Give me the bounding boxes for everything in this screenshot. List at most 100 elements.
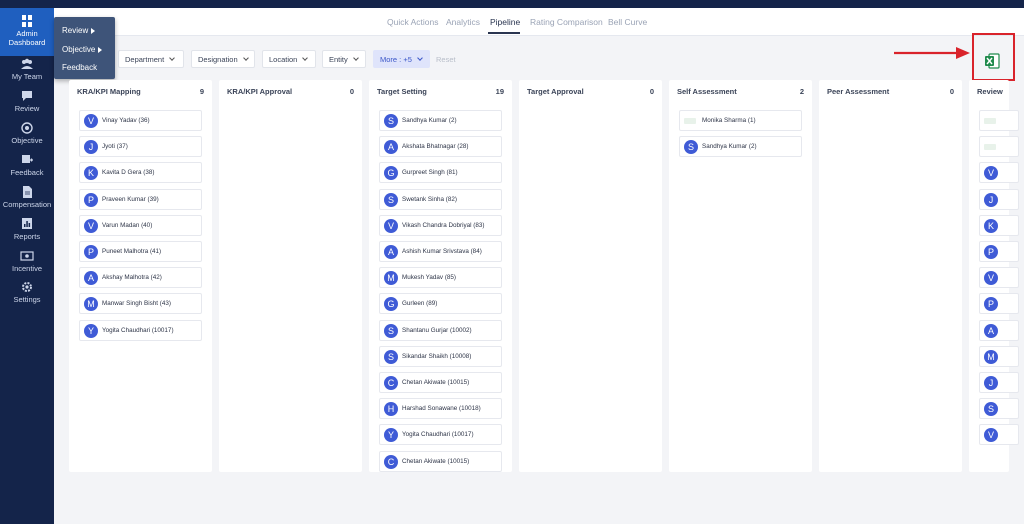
- sidebar-item-reports[interactable]: Reports: [0, 218, 54, 244]
- sidebar-item-feedback[interactable]: Feedback: [0, 154, 54, 180]
- employee-card[interactable]: [979, 110, 1019, 131]
- column-count: 0: [949, 87, 954, 96]
- sidebar-item-review[interactable]: Review: [0, 90, 54, 116]
- active-tab-indicator: [488, 32, 520, 34]
- sidebar-item-my-team[interactable]: My Team: [0, 58, 54, 84]
- location-filter[interactable]: Location: [262, 50, 316, 68]
- column-count: 0: [349, 87, 354, 96]
- employee-card[interactable]: P Praveen Kumar (39): [79, 188, 202, 210]
- employee-card[interactable]: P Puneet Malhotra (41): [79, 241, 202, 262]
- employee-name: Sandhya Kumar (2): [402, 117, 457, 124]
- pipeline-column: Target Approval 0: [519, 80, 662, 472]
- employee-card[interactable]: S Swetank Sinha (82): [379, 188, 502, 210]
- tab-rating-comparison[interactable]: Rating Comparison: [530, 17, 603, 27]
- employee-card[interactable]: V Vinay Yadav (36): [79, 110, 202, 131]
- employee-card[interactable]: K: [979, 214, 1019, 236]
- employee-card[interactable]: P: [979, 293, 1019, 315]
- sidebar-item-objective[interactable]: Objective: [0, 122, 54, 148]
- sidebar-item-incentive[interactable]: Incentive: [0, 250, 54, 276]
- designation-filter[interactable]: Designation: [191, 50, 255, 68]
- reset-filters-link[interactable]: Reset: [436, 55, 456, 64]
- flyout-item-review[interactable]: Review: [62, 26, 96, 35]
- sidebar-item-label: My Team: [11, 72, 43, 81]
- employee-card[interactable]: V: [979, 162, 1019, 184]
- employee-card[interactable]: M Manwar Singh Bisht (43): [79, 293, 202, 315]
- employee-card[interactable]: [979, 136, 1019, 158]
- sidebar-item-compensation[interactable]: Compensation: [0, 186, 54, 212]
- employee-card[interactable]: G Gurleen (89): [379, 293, 502, 315]
- employee-card[interactable]: S Shantanu Gurjar (10002): [379, 319, 502, 341]
- avatar: K: [84, 166, 98, 181]
- employee-card[interactable]: G Gurpreet Singh (81): [379, 162, 502, 184]
- flyout-item-feedback[interactable]: Feedback: [62, 63, 97, 72]
- top-strip: [54, 0, 1024, 8]
- sidebar-item-admin-dashboard[interactable]: Admin Dashboard: [0, 8, 54, 56]
- avatar: J: [984, 376, 998, 390]
- employee-card[interactable]: C Chetan Akiwate (10015): [379, 372, 502, 393]
- avatar: P: [984, 245, 998, 259]
- team-icon: [21, 58, 33, 69]
- employee-card[interactable]: S Sikandar Shaikh (10008): [379, 345, 502, 367]
- employee-card[interactable]: Monika Sharma (1): [679, 110, 802, 131]
- employee-name: Chetan Akiwate (10015): [402, 379, 470, 386]
- tab-pipeline[interactable]: Pipeline: [490, 17, 520, 27]
- more-filters-button[interactable]: More : +5: [373, 50, 430, 68]
- employee-name: Shantanu Gurjar (10002): [402, 326, 472, 334]
- employee-card[interactable]: V: [979, 424, 1019, 446]
- tab-bell-curve[interactable]: Bell Curve: [608, 17, 647, 27]
- avatar: S: [384, 192, 398, 207]
- employee-name: Yogita Chaudhari (10017): [402, 431, 474, 439]
- employee-card[interactable]: Y Yogita Chaudhari (10017): [79, 319, 202, 341]
- employee-card[interactable]: V Vikash Chandra Dobriyal (83): [379, 214, 502, 236]
- employee-card[interactable]: A Akshay Malhotra (42): [79, 267, 202, 289]
- column-title: Target Approval: [527, 87, 584, 96]
- column-title: Self Assessment: [677, 87, 737, 96]
- designation-filter-label: Designation: [198, 55, 238, 64]
- employee-card[interactable]: P: [979, 241, 1019, 262]
- column-count: 0: [649, 87, 654, 96]
- location-filter-label: Location: [269, 55, 298, 64]
- employee-card[interactable]: S Sandhya Kumar (2): [679, 136, 802, 158]
- employee-card[interactable]: V: [979, 267, 1019, 289]
- tab-analytics[interactable]: Analytics: [446, 17, 480, 27]
- employee-card[interactable]: S Sandhya Kumar (2): [379, 110, 502, 131]
- pipeline-column: Target Setting 19 S Sandhya Kumar (2) A Aksha…: [369, 80, 512, 472]
- employee-card[interactable]: J Jyoti (37): [79, 136, 202, 158]
- department-filter[interactable]: Department: [118, 50, 184, 68]
- employee-card[interactable]: C Chetan Akiwate (10015): [379, 450, 502, 472]
- employee-card[interactable]: A: [979, 319, 1019, 341]
- more-filters-label: More : +5: [380, 55, 412, 64]
- employee-card[interactable]: M Mukesh Yadav (85): [379, 267, 502, 289]
- employee-name: Kavita D Gera (38): [102, 169, 155, 177]
- employee-card[interactable]: H Harshad Sonawane (10018): [379, 398, 502, 420]
- employee-name: Akshata Bhatnagar (28): [402, 143, 469, 151]
- flyout-item-objective[interactable]: Objective: [62, 45, 103, 54]
- avatar: A: [984, 323, 998, 338]
- employee-card[interactable]: V Varun Madan (40): [79, 214, 202, 236]
- employee-card[interactable]: A Akshata Bhatnagar (28): [379, 136, 502, 158]
- avatar: J: [984, 192, 998, 207]
- avatar: C: [384, 376, 398, 390]
- employee-card[interactable]: K Kavita D Gera (38): [79, 162, 202, 184]
- excel-export-icon[interactable]: [983, 52, 1001, 70]
- sidebar-item-settings[interactable]: Settings: [0, 281, 54, 307]
- employee-card[interactable]: S: [979, 398, 1019, 420]
- employee-card[interactable]: J: [979, 372, 1019, 393]
- employee-name: Gurpreet Singh (81): [402, 169, 458, 177]
- tab-quick-actions[interactable]: Quick Actions: [387, 17, 439, 27]
- pipeline-column: Review V J K P V P A M J S V: [969, 80, 1019, 472]
- employee-card[interactable]: J: [979, 188, 1019, 210]
- employee-card[interactable]: Y Yogita Chaudhari (10017): [379, 424, 502, 446]
- avatar: J: [84, 140, 98, 155]
- employee-name: Puneet Malhotra (41): [102, 248, 162, 255]
- employee-name: Mukesh Yadav (85): [402, 274, 457, 282]
- employee-card[interactable]: M: [979, 345, 1019, 367]
- employee-card[interactable]: A Ashish Kumar Srivstava (84): [379, 241, 502, 262]
- entity-filter[interactable]: Entity: [322, 50, 366, 68]
- avatar: V: [84, 218, 98, 233]
- employee-name: Swetank Sinha (82): [402, 195, 457, 203]
- sidebar-item-label: Incentive: [11, 264, 43, 273]
- flyout-item-label: Feedback: [62, 63, 98, 72]
- avatar: V: [384, 218, 398, 233]
- avatar: V: [84, 114, 98, 128]
